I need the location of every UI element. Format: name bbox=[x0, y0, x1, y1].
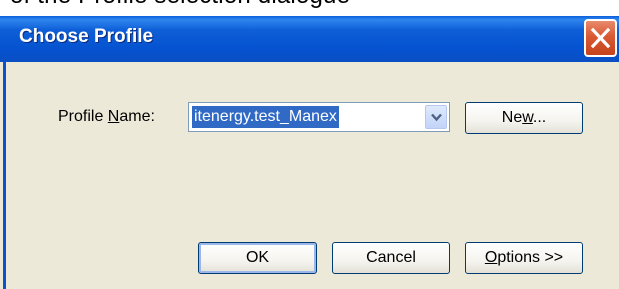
profile-name-label-accelerator: N bbox=[107, 108, 120, 125]
cancel-button[interactable]: Cancel bbox=[332, 242, 450, 274]
dialog-title: Choose Profile bbox=[19, 26, 154, 47]
profile-name-combobox[interactable]: itenergy.test_Manex bbox=[188, 102, 450, 132]
title-bar[interactable]: Choose Profile bbox=[0, 16, 619, 62]
profile-name-label-prefix: Profile bbox=[58, 108, 108, 125]
new-button-prefix: Ne bbox=[501, 109, 523, 126]
chevron-down-icon bbox=[431, 113, 442, 122]
screen: of the Profile selection dialogue Choose… bbox=[0, 0, 619, 289]
close-button[interactable] bbox=[584, 19, 617, 57]
background-window-text: of the Profile selection dialogue bbox=[10, 0, 350, 10]
choose-profile-dialog: Choose Profile Profile Name: itenergy.te… bbox=[0, 16, 619, 289]
options-button-suffix: ptions >> bbox=[497, 249, 564, 266]
profile-name-value: itenergy.test_Manex bbox=[191, 105, 340, 129]
profile-name-label-suffix: ame: bbox=[119, 108, 155, 125]
options-button[interactable]: Options >> bbox=[465, 242, 583, 274]
dialog-body: Profile Name: itenergy.test_Manex New...… bbox=[3, 62, 619, 289]
options-button-accelerator: O bbox=[484, 249, 498, 266]
new-button[interactable]: New... bbox=[465, 102, 583, 134]
close-icon bbox=[590, 27, 611, 49]
new-button-accelerator: w bbox=[522, 109, 533, 126]
ok-button[interactable]: OK bbox=[198, 242, 317, 274]
new-button-suffix: ... bbox=[532, 109, 547, 126]
dropdown-button[interactable] bbox=[425, 105, 447, 129]
profile-name-label: Profile Name: bbox=[58, 108, 155, 126]
